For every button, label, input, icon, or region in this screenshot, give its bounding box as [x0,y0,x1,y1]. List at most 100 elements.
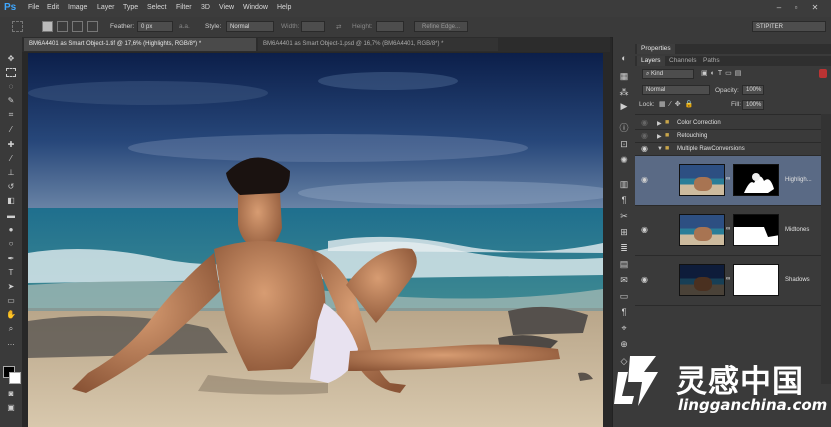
style-select[interactable]: Normal [226,21,274,32]
tab-paths[interactable]: Paths [699,56,724,66]
notes-icon[interactable]: ✉ [618,274,630,286]
blend-mode-select[interactable]: Normal [642,85,710,95]
layer-list-scrollbar[interactable] [821,114,831,384]
eyedropper-icon[interactable]: ⁄ [4,125,18,135]
feather-input[interactable]: 0 px [137,21,173,32]
blur-tool-icon[interactable]: ● [4,225,18,235]
move-tool-icon[interactable]: ✥ [4,54,18,64]
tab-properties[interactable]: Properties [637,44,675,54]
opacity-input[interactable]: 100% [742,85,764,95]
collapse-arrow-icon[interactable]: ▼ [657,146,663,152]
menu-file[interactable]: File [28,4,39,11]
document-tab-active[interactable]: BM6A4401 as Smart Object-1.tif @ 17,6% (… [24,38,256,51]
filter-toggle-icon[interactable] [819,69,827,78]
menu-filter[interactable]: Filter [176,4,192,11]
intersect-selection-icon[interactable] [87,21,98,32]
layer-group-row[interactable]: ◉ ▶ ■ Color Correction [635,117,821,130]
paragraph-icon[interactable]: ¶ [618,306,630,318]
clone-stamp-icon[interactable]: ⊥ [4,168,18,178]
add-selection-icon[interactable] [57,21,68,32]
maximize-icon[interactable]: ▫ [790,2,802,13]
adjustments-icon[interactable]: ✺ [618,154,630,166]
filter-type-icons[interactable]: ▣◐T▭▤ [701,69,744,77]
mask-thumbnail[interactable] [733,164,779,196]
healing-brush-icon[interactable]: ✚ [4,140,18,150]
menu-3d[interactable]: 3D [201,4,210,11]
quick-selection-icon[interactable]: ✎ [4,96,18,106]
styles-icon[interactable]: ▥ [618,178,630,190]
menu-window[interactable]: Window [243,4,268,11]
visibility-eye-icon[interactable]: ◉ [641,175,648,184]
menu-layer[interactable]: Layer [97,4,115,11]
chain-link-icon[interactable]: ∞ [726,176,730,182]
layer-group-row[interactable]: ◉ ▼ ■ Multiple RawConversions [635,143,821,156]
timeline-icon[interactable]: ▭ [618,290,630,302]
filter-kind-select[interactable]: ⌕ Kind [642,69,694,79]
new-selection-icon[interactable] [42,21,53,32]
info-icon[interactable]: ⓘ [618,122,630,134]
mask-thumbnail[interactable] [733,214,779,246]
hand-tool-icon[interactable]: ✋ [4,310,18,320]
chain-link-icon[interactable]: ∞ [726,276,730,282]
visibility-eye-icon[interactable]: ◉ [641,225,648,234]
minimize-icon[interactable]: – [773,2,785,13]
width-input[interactable] [301,21,325,32]
expand-arrow-icon[interactable]: ▶ [657,133,662,140]
gradient-tool-icon[interactable]: ▬ [4,211,18,221]
mask-thumbnail[interactable] [733,264,779,296]
lock-icons[interactable]: ▦⁄✥🔒 [659,100,697,108]
rectangular-marquee-icon[interactable] [6,68,16,77]
pen-tool-icon[interactable]: ✒ [4,254,18,264]
menu-view[interactable]: View [219,4,234,11]
crop-tool-icon[interactable]: ⌗ [4,110,18,120]
visibility-eye-icon[interactable]: ◉ [641,131,648,140]
path-selection-icon[interactable]: ➤ [4,282,18,292]
document-tab-inactive[interactable]: BM6A4401 as Smart Object-1.psd @ 16,7% (… [258,38,498,51]
navigator-icon[interactable]: ⊡ [618,138,630,150]
zoom-tool-icon[interactable]: ⌕ [4,324,18,334]
history-brush-icon[interactable]: ↺ [4,182,18,192]
eraser-icon[interactable]: ◧ [4,196,18,206]
marquee-tool-icon[interactable] [12,21,23,32]
type-tool-icon[interactable]: T [4,268,18,278]
document-canvas[interactable] [22,52,610,427]
swap-icon[interactable]: ⇄ [336,23,341,31]
brush-presets-icon[interactable]: ⁂ [618,86,630,98]
properties-icon[interactable]: ⌖ [618,322,630,334]
visibility-eye-icon[interactable]: ◉ [641,118,648,127]
tab-layers[interactable]: Layers [637,56,665,66]
layer-group-row[interactable]: ◉ ▶ ■ Retouching [635,130,821,143]
refine-edge-button[interactable]: Refine Edge... [414,21,468,32]
subtract-selection-icon[interactable] [72,21,83,32]
actions-play-icon[interactable]: ▶ [618,100,630,112]
dodge-tool-icon[interactable]: ○ [4,239,18,249]
background-color-swatch[interactable] [9,372,21,384]
height-input[interactable] [376,21,404,32]
swatches-icon[interactable]: ▦ [618,70,630,82]
menu-edit[interactable]: Edit [47,4,59,11]
brush-tool-icon[interactable]: ⁄ [4,154,18,164]
history-icon[interactable]: ≣ [618,242,630,254]
layer-comps-icon[interactable]: ▤ [618,258,630,270]
menu-help[interactable]: Help [277,4,291,11]
fill-input[interactable]: 100% [742,100,764,110]
menu-type[interactable]: Type [123,4,138,11]
antialias-checkbox[interactable]: a.a. [179,23,190,30]
measurement-icon[interactable]: ⊕ [618,338,630,350]
quick-mask-icon[interactable]: ◙ [4,389,18,399]
visibility-eye-icon[interactable]: ◉ [641,275,648,284]
menu-select[interactable]: Select [147,4,166,11]
visibility-eye-icon[interactable]: ◉ [641,144,648,153]
tab-channels[interactable]: Channels [665,56,700,66]
layer-row-selected[interactable]: ◉ ∞ Highligh... [635,156,821,206]
layer-row[interactable]: ◉ ∞ Midtones [635,206,821,256]
color-icon[interactable]: ◐ [618,52,630,64]
character-icon[interactable]: ¶ [618,194,630,206]
tool-presets-icon[interactable]: ✂ [618,210,630,222]
layer-row[interactable]: ◉ ∞ Shadows [635,256,821,306]
shape-tool-icon[interactable]: ▭ [4,296,18,306]
screen-mode-icon[interactable]: ▣ [4,403,18,413]
close-icon[interactable]: ✕ [809,2,821,13]
clone-source-icon[interactable]: ⊞ [618,226,630,238]
expand-arrow-icon[interactable]: ▶ [657,120,662,127]
